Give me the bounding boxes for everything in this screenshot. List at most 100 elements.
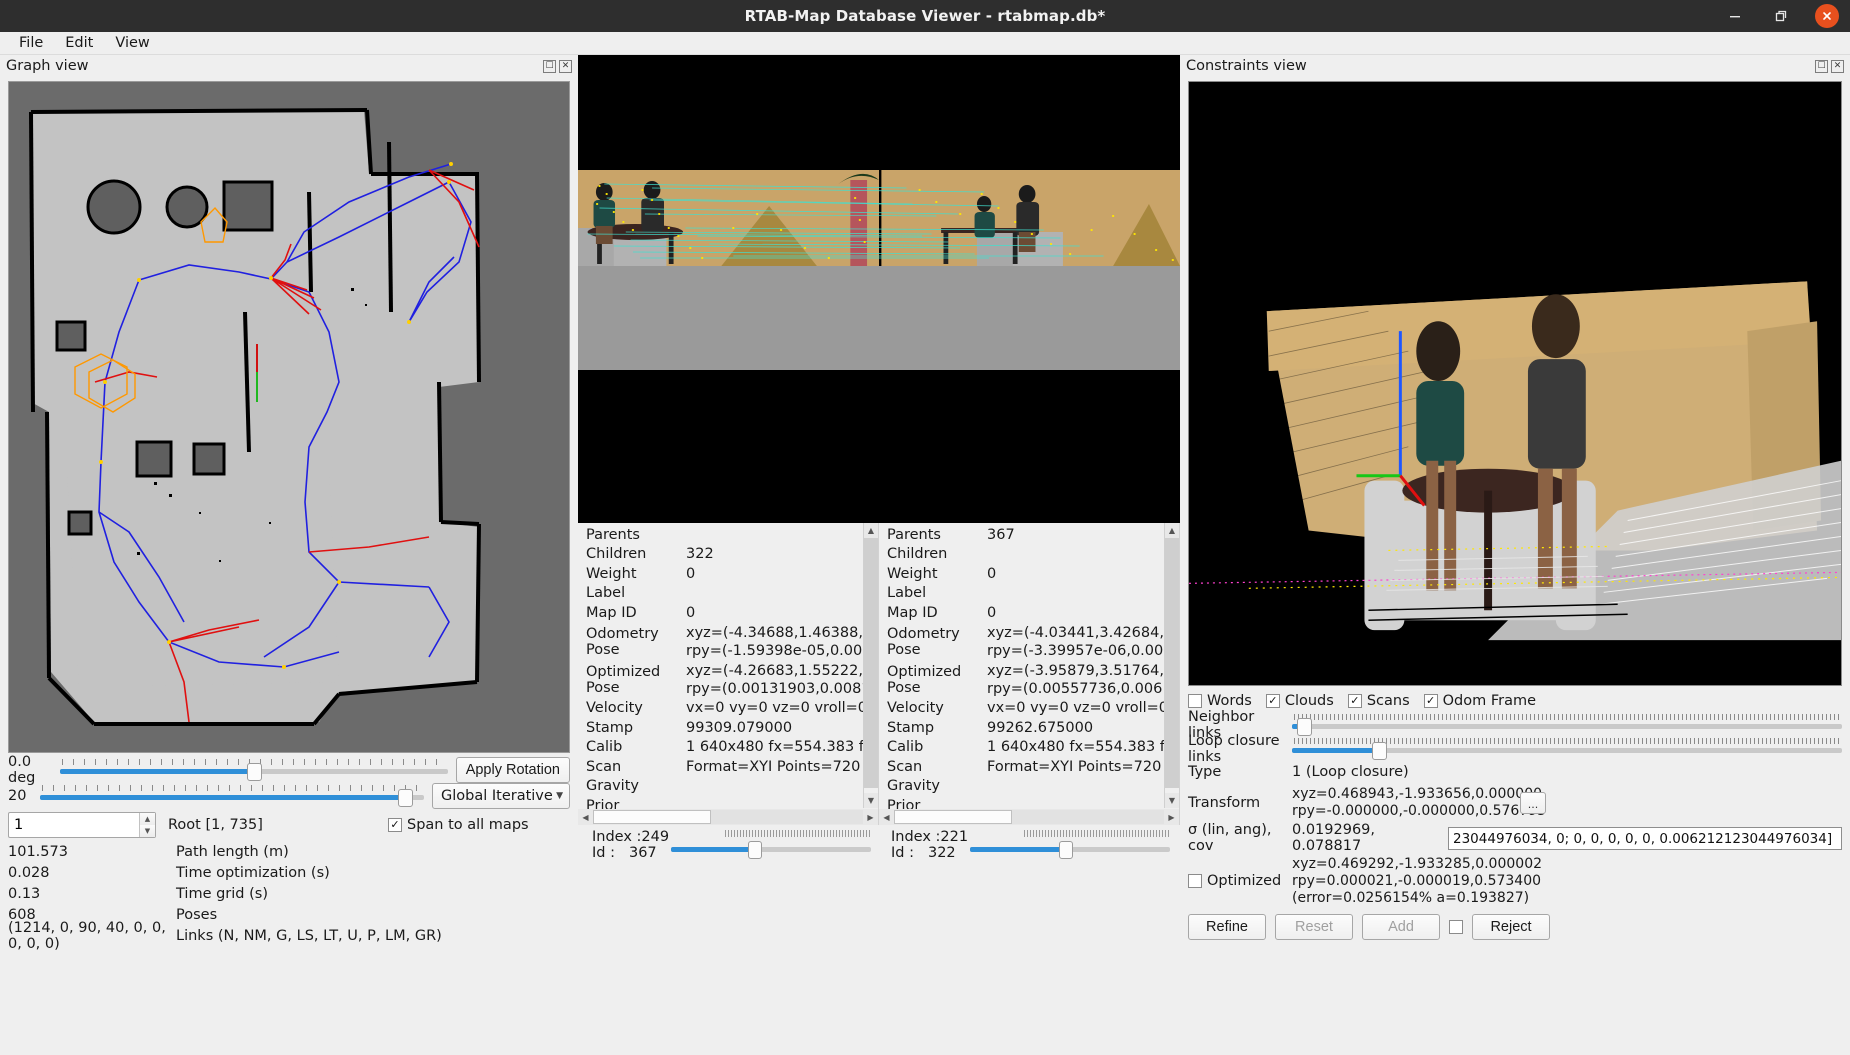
scroll-track[interactable] xyxy=(593,810,863,824)
loop-closure-links-handle[interactable] xyxy=(1372,742,1388,760)
node-a-slider-handle[interactable] xyxy=(748,841,763,859)
reject-checkbox[interactable] xyxy=(1449,920,1463,934)
minimize-button[interactable] xyxy=(1712,0,1758,32)
scroll-thumb[interactable] xyxy=(864,538,878,788)
constraints-view-title: Constraints view xyxy=(1186,58,1307,74)
type-value: 1 (Loop closure) xyxy=(1292,764,1409,780)
node-info-key: Parents xyxy=(887,526,941,543)
rotation-slider-handle[interactable] xyxy=(246,763,262,781)
node-b-slider[interactable] xyxy=(970,829,1178,863)
scroll-track[interactable] xyxy=(894,810,1164,824)
node-info-value: 322 xyxy=(686,546,714,563)
scroll-right-icon[interactable]: ▶ xyxy=(863,813,878,822)
scroll-thumb[interactable] xyxy=(1165,538,1179,788)
covariance-field[interactable]: 23044976034, 0; 0, 0, 0, 0, 0, 0.0062121… xyxy=(1448,826,1842,850)
float-dock-icon[interactable]: ☐ xyxy=(1815,59,1828,73)
toggle-words-label: Words xyxy=(1207,693,1252,709)
graph-view-controls: 0.0 deg Apply Rotation 20 Global Iterati… xyxy=(0,753,578,952)
node-info-value: xyz=(-4.34688,1.46388,- rpy=(-1.59398e-05… xyxy=(686,624,878,660)
spinner-down-icon[interactable]: ▼ xyxy=(140,825,155,837)
maximize-button[interactable] xyxy=(1758,0,1804,32)
node-a-vscrollbar[interactable]: ▲ ▼ xyxy=(863,523,878,808)
node-info-value: 0 xyxy=(987,604,997,621)
scroll-up-icon[interactable]: ▲ xyxy=(1165,523,1179,538)
constraints-3d-canvas[interactable] xyxy=(1188,81,1842,686)
close-button[interactable] xyxy=(1804,0,1850,32)
node-a-slider-fill xyxy=(671,847,756,852)
root-spinner[interactable]: 1 ▲ ▼ xyxy=(8,812,156,838)
iterations-slider[interactable] xyxy=(40,783,424,809)
neighbor-links-slider[interactable] xyxy=(1292,712,1842,738)
graph-view-canvas[interactable] xyxy=(8,81,570,753)
node-info-key: Calib xyxy=(586,739,623,756)
node-info-key: Odometry Pose xyxy=(887,625,960,658)
scroll-down-icon[interactable]: ▼ xyxy=(1165,793,1179,808)
scroll-left-icon[interactable]: ◀ xyxy=(578,813,593,822)
node-info-value: 99262.675000 xyxy=(987,719,1094,736)
apply-rotation-button[interactable]: Apply Rotation xyxy=(455,757,570,783)
node-info-key: Calib xyxy=(887,739,924,756)
optimizer-select[interactable]: Global Iterative ▼ xyxy=(432,783,570,809)
reset-button[interactable]: Reset xyxy=(1275,914,1353,940)
root-row: 1 ▲ ▼ Root [1, 735] ✓ Span to all maps xyxy=(8,809,570,841)
graph-stats-list: 101.573 Path length (m) 0.028 Time optim… xyxy=(8,841,570,952)
node-b-vscrollbar[interactable]: ▲ ▼ xyxy=(1164,523,1179,808)
toggle-clouds[interactable]: ✓ Clouds xyxy=(1265,693,1334,709)
scroll-right-icon[interactable]: ▶ xyxy=(1164,813,1179,822)
transform-row: Transform xyz=0.468943,-1.933656,0.00000… xyxy=(1188,783,1842,823)
toggle-words[interactable]: Words xyxy=(1188,693,1252,709)
rotation-slider[interactable] xyxy=(60,757,448,783)
node-info-key: Stamp xyxy=(586,719,634,736)
menu-edit[interactable]: Edit xyxy=(54,33,104,53)
checkbox-icon: ✓ xyxy=(388,818,402,832)
span-to-all-maps-label: Span to all maps xyxy=(407,817,529,833)
spinner-up-icon[interactable]: ▲ xyxy=(140,813,155,825)
scroll-thumb[interactable] xyxy=(593,810,711,824)
node-info-value: xyz=(-4.26683,1.55222,0 rpy=(0.00131903,0… xyxy=(686,662,878,698)
toggle-odom-frame[interactable]: ✓ Odom Frame xyxy=(1423,693,1536,709)
loop-closure-links-fill xyxy=(1292,748,1380,753)
refine-button[interactable]: Refine xyxy=(1188,914,1266,940)
float-dock-icon[interactable]: ☐ xyxy=(543,59,556,73)
type-row: Type 1 (Loop closure) xyxy=(1188,761,1842,783)
loop-closure-links-slider[interactable] xyxy=(1292,736,1842,762)
node-a-hscrollbar[interactable]: ◀ ▶ xyxy=(578,809,878,825)
node-info-key: Map ID xyxy=(586,604,637,621)
menu-file[interactable]: File xyxy=(8,33,54,53)
optimized-label: Optimized xyxy=(1207,873,1282,889)
node-info-table-a[interactable]: Parents Children 322 Weight 0 Label Map ID 0 Odo… xyxy=(578,523,879,825)
node-info-value: 367 xyxy=(987,526,1015,543)
iterations-slider-handle[interactable] xyxy=(397,789,413,807)
node-b-slider-fill xyxy=(970,847,1066,852)
constraint-action-buttons: Refine Reset Add Reject xyxy=(1180,909,1850,940)
close-dock-icon[interactable]: ✕ xyxy=(1831,59,1844,73)
node-b-slider-handle[interactable] xyxy=(1058,841,1073,859)
scroll-down-icon[interactable]: ▼ xyxy=(864,793,878,808)
optimized-checkbox[interactable]: Optimized xyxy=(1188,873,1292,889)
image-compare-view[interactable] xyxy=(578,55,1180,523)
add-button[interactable]: Add xyxy=(1362,914,1440,940)
node-info-row: Scan Format=XYI Points=720 xyxy=(586,757,878,777)
occupancy-grid-graph xyxy=(9,82,569,752)
close-dock-icon[interactable]: ✕ xyxy=(559,59,572,73)
reject-button[interactable]: Reject xyxy=(1472,914,1550,940)
node-info-table-b[interactable]: Parents 367 Children Weight 0 Label Map ID 0 Odo… xyxy=(879,523,1180,825)
toggle-scans[interactable]: ✓ Scans xyxy=(1347,693,1410,709)
scroll-left-icon[interactable]: ◀ xyxy=(879,813,894,822)
scroll-thumb[interactable] xyxy=(894,810,1012,824)
node-info-key: Scan xyxy=(887,758,923,775)
neighbor-links-handle[interactable] xyxy=(1297,718,1313,736)
checkbox-icon xyxy=(1188,694,1202,708)
node-a-index-label: Index :249 xyxy=(592,829,670,845)
node-info-row: Gravity xyxy=(586,777,878,797)
transform-more-button[interactable]: ... xyxy=(1520,792,1546,814)
scroll-up-icon[interactable]: ▲ xyxy=(864,523,878,538)
node-info-value: 1 640x480 fx=554.383 f xyxy=(686,739,864,756)
chevron-down-icon: ▼ xyxy=(556,791,563,801)
node-b-hscrollbar[interactable]: ◀ ▶ xyxy=(879,809,1179,825)
node-a-slider[interactable] xyxy=(671,829,879,863)
node-a-slider-ticks xyxy=(725,830,871,837)
menu-view[interactable]: View xyxy=(104,33,160,53)
span-to-all-maps-checkbox[interactable]: ✓ Span to all maps xyxy=(388,817,529,833)
transform-label: Transform xyxy=(1188,795,1261,811)
